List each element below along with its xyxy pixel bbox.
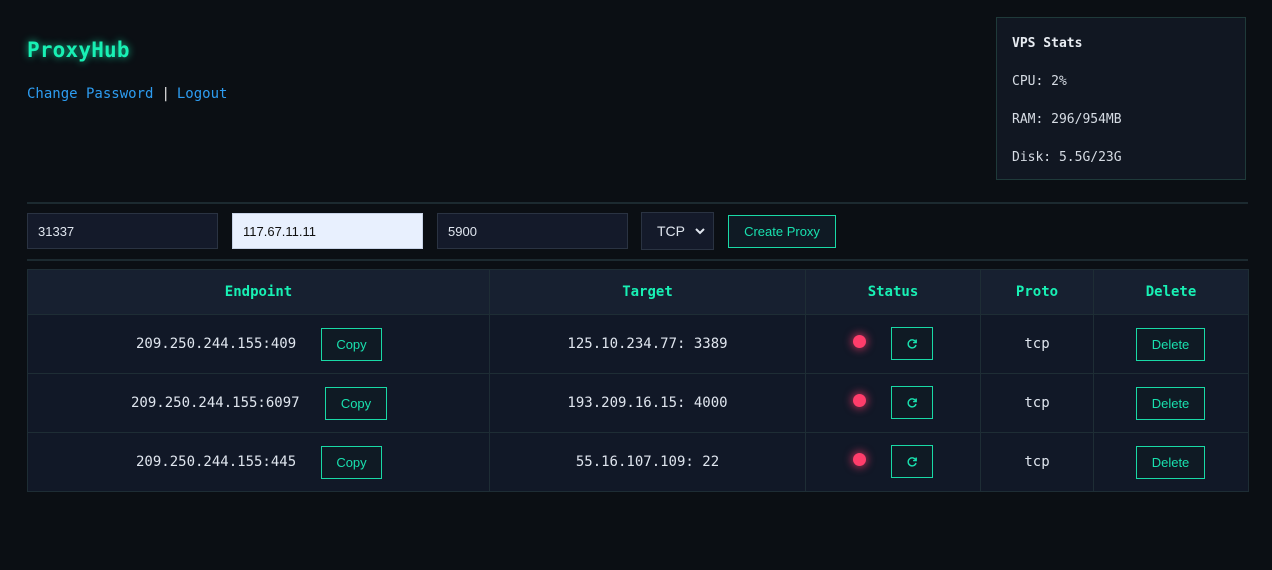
copy-button[interactable]: Copy (321, 446, 382, 479)
copy-button[interactable]: Copy (321, 328, 382, 361)
link-separator: | (161, 86, 170, 102)
header-status: Status (805, 269, 981, 315)
endpoint-address[interactable]: 209.250.244.155:6097 (131, 395, 300, 411)
header-target: Target (489, 269, 806, 315)
disk-stat: Disk: 5.5G/23G (1012, 150, 1122, 165)
endpoint-cell: 209.250.244.155:409 Copy (27, 314, 490, 374)
account-links: Change Password | Logout (27, 86, 227, 102)
endpoint-address[interactable]: 209.250.244.155:409 (136, 336, 296, 352)
refresh-status-button[interactable] (891, 445, 933, 478)
refresh-status-button[interactable] (891, 327, 933, 360)
protocol-select[interactable]: TCP (641, 212, 714, 250)
vps-stats-panel: VPS Stats CPU: 2% RAM: 296/954MB Disk: 5… (996, 17, 1246, 180)
refresh-status-button[interactable] (891, 386, 933, 419)
table-row: 209.250.244.155:409 Copy 125.10.234.77: … (27, 314, 1249, 374)
divider-top (27, 202, 1248, 204)
endpoint-address[interactable]: 209.250.244.155:445 (136, 454, 296, 470)
target-cell: 125.10.234.77: 3389 (489, 314, 806, 374)
table-header-row: Endpoint Target Status Proto Delete (27, 269, 1249, 315)
status-cell (805, 373, 981, 433)
delete-cell: Delete (1093, 373, 1249, 433)
target-ip-input[interactable] (232, 213, 423, 249)
status-indicator (853, 453, 866, 466)
delete-button[interactable]: Delete (1136, 446, 1205, 479)
chevron-down-icon (695, 228, 705, 235)
header-proto: Proto (980, 269, 1094, 315)
header-delete: Delete (1093, 269, 1249, 315)
proto-cell: tcp (980, 432, 1094, 492)
status-cell (805, 314, 981, 374)
delete-cell: Delete (1093, 314, 1249, 374)
change-password-link[interactable]: Change Password (27, 86, 153, 102)
refresh-icon (907, 397, 917, 408)
header-endpoint: Endpoint (27, 269, 490, 315)
endpoint-cell: 209.250.244.155:445 Copy (27, 432, 490, 492)
target-cell: 55.16.107.109: 22 (489, 432, 806, 492)
ram-stat: RAM: 296/954MB (1012, 112, 1122, 127)
refresh-icon (907, 338, 917, 349)
target-port-input[interactable] (437, 213, 628, 249)
table-row: 209.250.244.155:445 Copy 55.16.107.109: … (27, 432, 1249, 492)
listen-port-input[interactable] (27, 213, 218, 249)
status-cell (805, 432, 981, 492)
logout-link[interactable]: Logout (177, 86, 228, 102)
proto-cell: tcp (980, 373, 1094, 433)
refresh-icon (907, 456, 917, 467)
proxy-table: Endpoint Target Status Proto Delete 209.… (27, 269, 1249, 492)
endpoint-cell: 209.250.244.155:6097 Copy (27, 373, 490, 433)
target-cell: 193.209.16.15: 4000 (489, 373, 806, 433)
delete-button[interactable]: Delete (1136, 328, 1205, 361)
vps-stats-title: VPS Stats (1012, 36, 1083, 51)
cpu-stat: CPU: 2% (1012, 74, 1067, 89)
delete-button[interactable]: Delete (1136, 387, 1205, 420)
divider-bottom (27, 259, 1248, 261)
create-proxy-button[interactable]: Create Proxy (728, 215, 836, 248)
status-indicator (853, 394, 866, 407)
app-title: ProxyHub (27, 38, 130, 62)
protocol-select-value: TCP (657, 223, 685, 239)
table-row: 209.250.244.155:6097 Copy 193.209.16.15:… (27, 373, 1249, 433)
copy-button[interactable]: Copy (325, 387, 387, 420)
proto-cell: tcp (980, 314, 1094, 374)
delete-cell: Delete (1093, 432, 1249, 492)
status-indicator (853, 335, 866, 348)
